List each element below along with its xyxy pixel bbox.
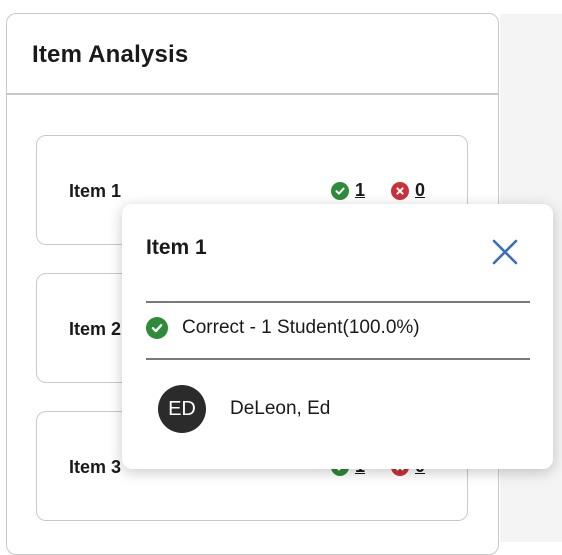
incorrect-stat[interactable]: 0: [391, 180, 425, 201]
item-name: Item 2: [69, 319, 122, 339]
item-name: Item 3: [69, 457, 122, 477]
x-circle-icon: [391, 181, 409, 200]
panel-divider: [7, 93, 498, 95]
correct-stat[interactable]: 1: [331, 180, 365, 201]
avatar-initials: ED: [168, 397, 196, 420]
close-icon: [492, 239, 518, 265]
popover-divider: [146, 301, 530, 303]
item-detail-popover: Item 1 Correct - 1 Student(100.0%) ED De…: [122, 204, 553, 469]
item-name: Item 1: [69, 181, 122, 201]
close-button[interactable]: [490, 237, 520, 267]
correct-summary-row: Correct - 1 Student(100.0%): [146, 317, 420, 339]
check-circle-icon: [331, 181, 349, 200]
correct-count[interactable]: 1: [355, 180, 365, 201]
student-name: DeLeon, Ed: [230, 398, 331, 419]
correct-summary-text: Correct - 1 Student(100.0%): [182, 317, 420, 338]
student-row: ED DeLeon, Ed: [158, 385, 330, 433]
avatar: ED: [158, 385, 206, 433]
panel-title: Item Analysis: [32, 41, 189, 68]
popover-divider: [146, 358, 530, 360]
check-circle-icon: [146, 317, 168, 339]
incorrect-count[interactable]: 0: [415, 180, 425, 201]
popover-title: Item 1: [146, 236, 207, 259]
